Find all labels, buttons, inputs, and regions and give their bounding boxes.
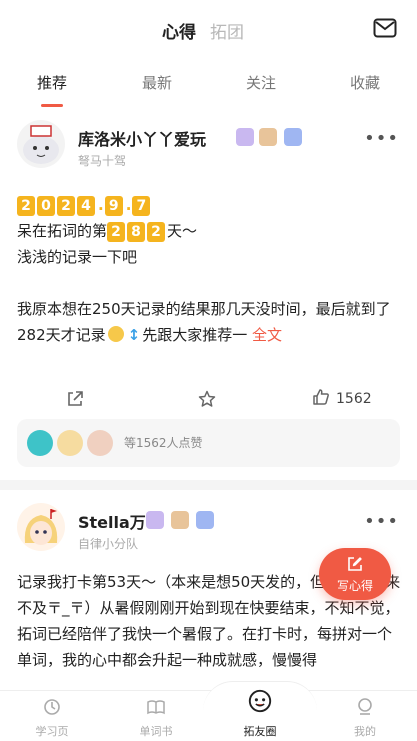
like-count: 1562: [336, 391, 372, 407]
likers-text: 等1562人点赞: [124, 436, 203, 450]
tab-favorites[interactable]: 收藏: [325, 72, 405, 93]
post-line-3: 浅浅的记录一下吧: [17, 248, 138, 266]
smile-emoji-icon: [107, 326, 124, 342]
profile-icon: [358, 698, 372, 715]
star-icon[interactable]: [198, 388, 216, 410]
more-options-icon[interactable]: •••: [364, 511, 399, 532]
nav-wordbook[interactable]: 单词书: [104, 691, 208, 741]
community-icon: [248, 689, 272, 713]
post-actions: 1562: [0, 388, 417, 414]
tab-following[interactable]: 关注: [221, 72, 301, 93]
active-tab-indicator: [41, 104, 63, 107]
author-subtitle: 弩马十驾: [78, 154, 127, 168]
write-post-button[interactable]: 写心得: [319, 548, 391, 600]
segment-tuotuan[interactable]: 拓团: [210, 18, 244, 43]
thumbs-up-icon: [313, 389, 329, 405]
liked-by-bar[interactable]: 等1562人点赞: [17, 419, 400, 467]
tab-latest[interactable]: 最新: [117, 72, 197, 93]
edit-icon: [348, 557, 362, 571]
avatar: [87, 430, 113, 456]
avatar: [27, 430, 53, 456]
monster-badge-icon: [146, 511, 164, 529]
monster-badge-icon: [236, 128, 254, 146]
post-paragraph: 我原本想在250天记录的结果那几天没时间，最后就到了282天才记录 ↕ 先跟大家推荐…: [17, 296, 402, 348]
bottom-nav: 学习页 单词书 拓友圈 我的: [0, 681, 417, 741]
up-down-arrow-icon: ↕: [127, 326, 141, 344]
avatar[interactable]: [17, 120, 65, 168]
author-subtitle: 自律小分队: [78, 537, 139, 551]
top-header: 心得 拓团: [0, 0, 417, 58]
post-line-2: 呆在拓词的第 2 8 2 天～: [17, 221, 198, 242]
group-badge-icon: [196, 511, 214, 529]
author-name[interactable]: 库洛米小丫丫爱玩: [78, 126, 206, 150]
box-badge-icon: [259, 128, 277, 146]
avatar: [57, 430, 83, 456]
post-date: 2024.9.7: [17, 192, 402, 218]
read-full-link[interactable]: 全文: [252, 326, 282, 344]
nav-community[interactable]: 拓友圈: [208, 689, 312, 741]
more-options-icon[interactable]: •••: [364, 128, 399, 149]
divider: [0, 480, 417, 490]
tab-recommend[interactable]: 推荐: [12, 72, 92, 93]
share-icon[interactable]: [66, 388, 84, 410]
nav-profile[interactable]: 我的: [313, 691, 417, 741]
like-button[interactable]: 1562: [312, 388, 372, 410]
avatar[interactable]: [17, 503, 65, 551]
book-icon: [147, 700, 165, 715]
feed-tabs: 推荐 最新 关注 收藏: [0, 62, 417, 108]
segment-xinde[interactable]: 心得: [162, 18, 196, 43]
study-icon: [44, 699, 60, 715]
author-name[interactable]: Stella万: [78, 509, 146, 533]
mail-icon[interactable]: [373, 18, 397, 38]
group-badge-icon: [284, 128, 302, 146]
nav-study[interactable]: 学习页: [0, 691, 104, 741]
post-body[interactable]: 2024.9.7 呆在拓词的第 2 8 2 天～ 浅浅的记录一下吧 我原本想在250天记…: [17, 192, 402, 348]
box-badge-icon: [171, 511, 189, 529]
